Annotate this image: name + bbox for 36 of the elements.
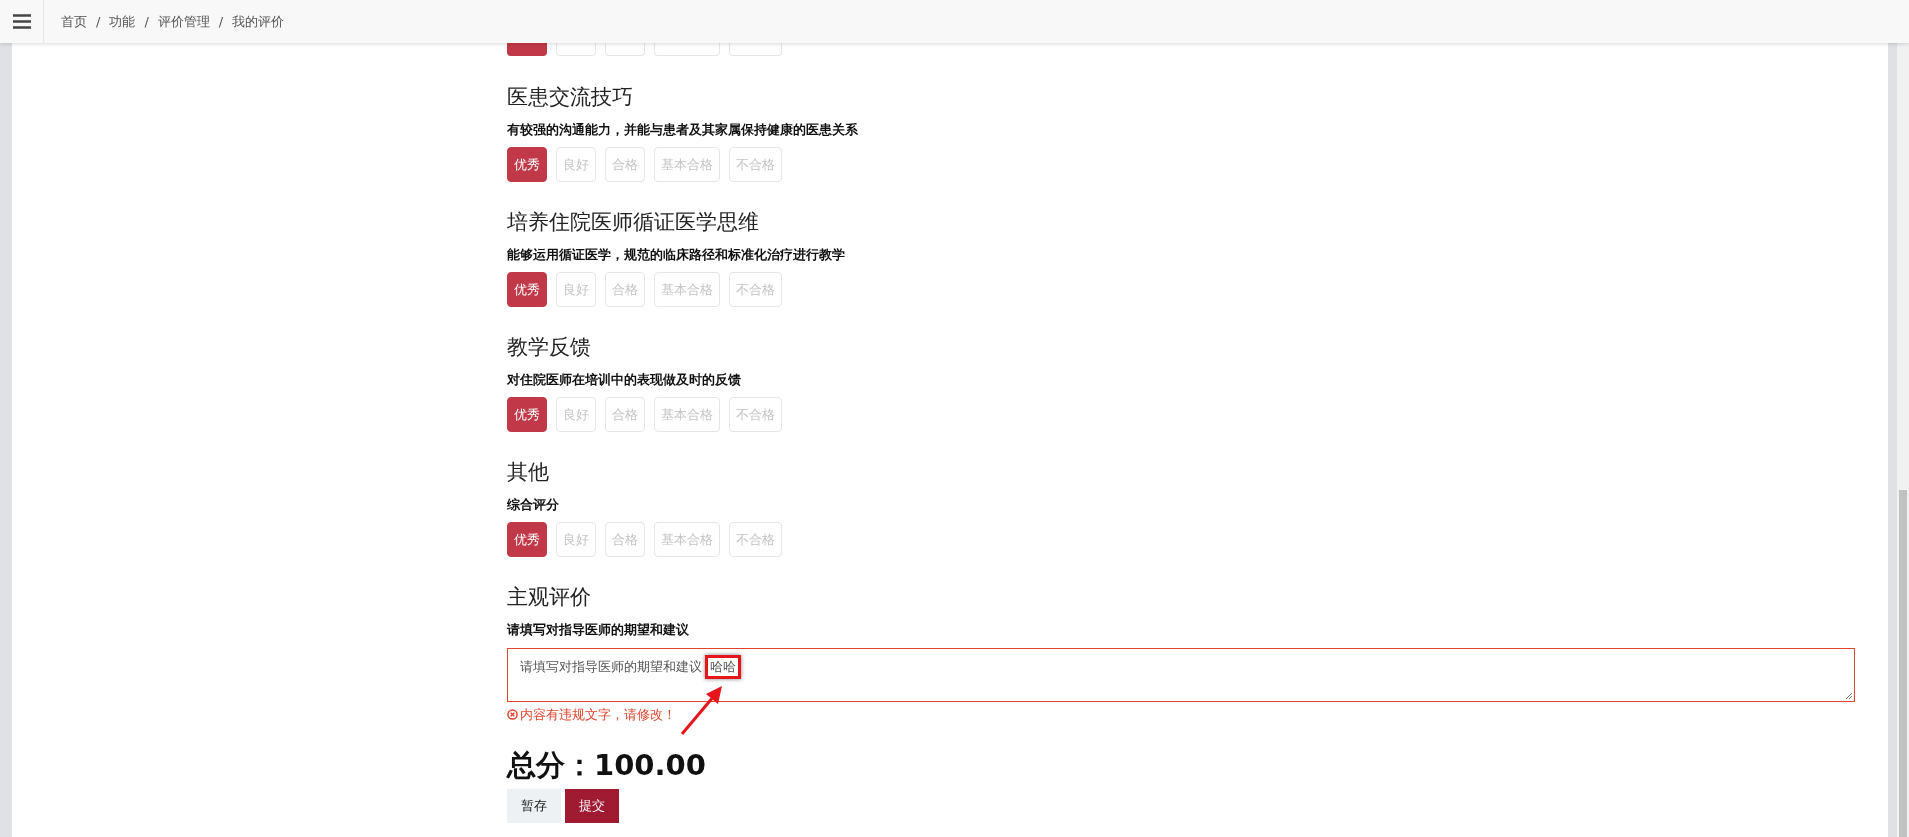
rating-option[interactable] [507, 43, 547, 56]
breadcrumb-separator: / [218, 12, 224, 31]
scrollbar[interactable] [1897, 43, 1909, 837]
resize-grip-icon [1845, 692, 1853, 700]
breadcrumb-separator: / [96, 12, 101, 31]
rating-option[interactable]: 优秀 [507, 147, 547, 182]
section-description: 综合评分 [507, 496, 560, 514]
section-description: 有较强的沟通能力，并能与患者及其家属保持健康的医患关系 [507, 121, 859, 139]
arrow-icon [680, 684, 724, 736]
save-button[interactable]: 暂存 [507, 788, 561, 823]
breadcrumb-separator: / [144, 12, 149, 31]
rating-option[interactable]: 优秀 [507, 397, 547, 432]
section-title: 教学反馈 [507, 334, 592, 361]
section-title: 培养住院医师循证医学思维 [507, 209, 760, 236]
error-icon [507, 709, 518, 721]
breadcrumb-item[interactable]: 首页 [61, 11, 87, 32]
rating-option[interactable]: 良好 [556, 147, 596, 182]
breadcrumb-item: 我的评价 [232, 12, 285, 31]
rating-option[interactable]: 优秀 [507, 522, 547, 557]
breadcrumb-item[interactable]: 功能 [109, 11, 136, 32]
breadcrumb-item[interactable]: 评价管理 [157, 11, 210, 32]
comment-field[interactable]: 请填写对指导医师的期望和建议 哈哈 [507, 648, 1855, 702]
section-title: 医患交流技巧 [507, 84, 634, 111]
section-description: 请填写对指导医师的期望和建议 [507, 621, 690, 639]
rating-option[interactable]: 良好 [556, 272, 596, 307]
section-title: 主观评价 [507, 584, 592, 611]
error-message: 内容有违规文字，请修改！ [520, 706, 676, 724]
rating-option[interactable]: 优秀 [507, 272, 547, 307]
section-description: 能够运用循证医学，规范的临床路径和标准化治疗进行教学 [507, 246, 846, 264]
rating-option[interactable]: 良好 [556, 397, 596, 432]
rating-option[interactable]: 良好 [556, 522, 596, 557]
submit-button[interactable]: 提交 [565, 788, 619, 823]
total-score: 总分：100.00 [507, 746, 707, 783]
section-description: 对住院医师在培训中的表现做及时的反馈 [507, 371, 742, 389]
highlight-box: 哈哈 [705, 655, 741, 679]
section-title: 其他 [507, 459, 550, 486]
